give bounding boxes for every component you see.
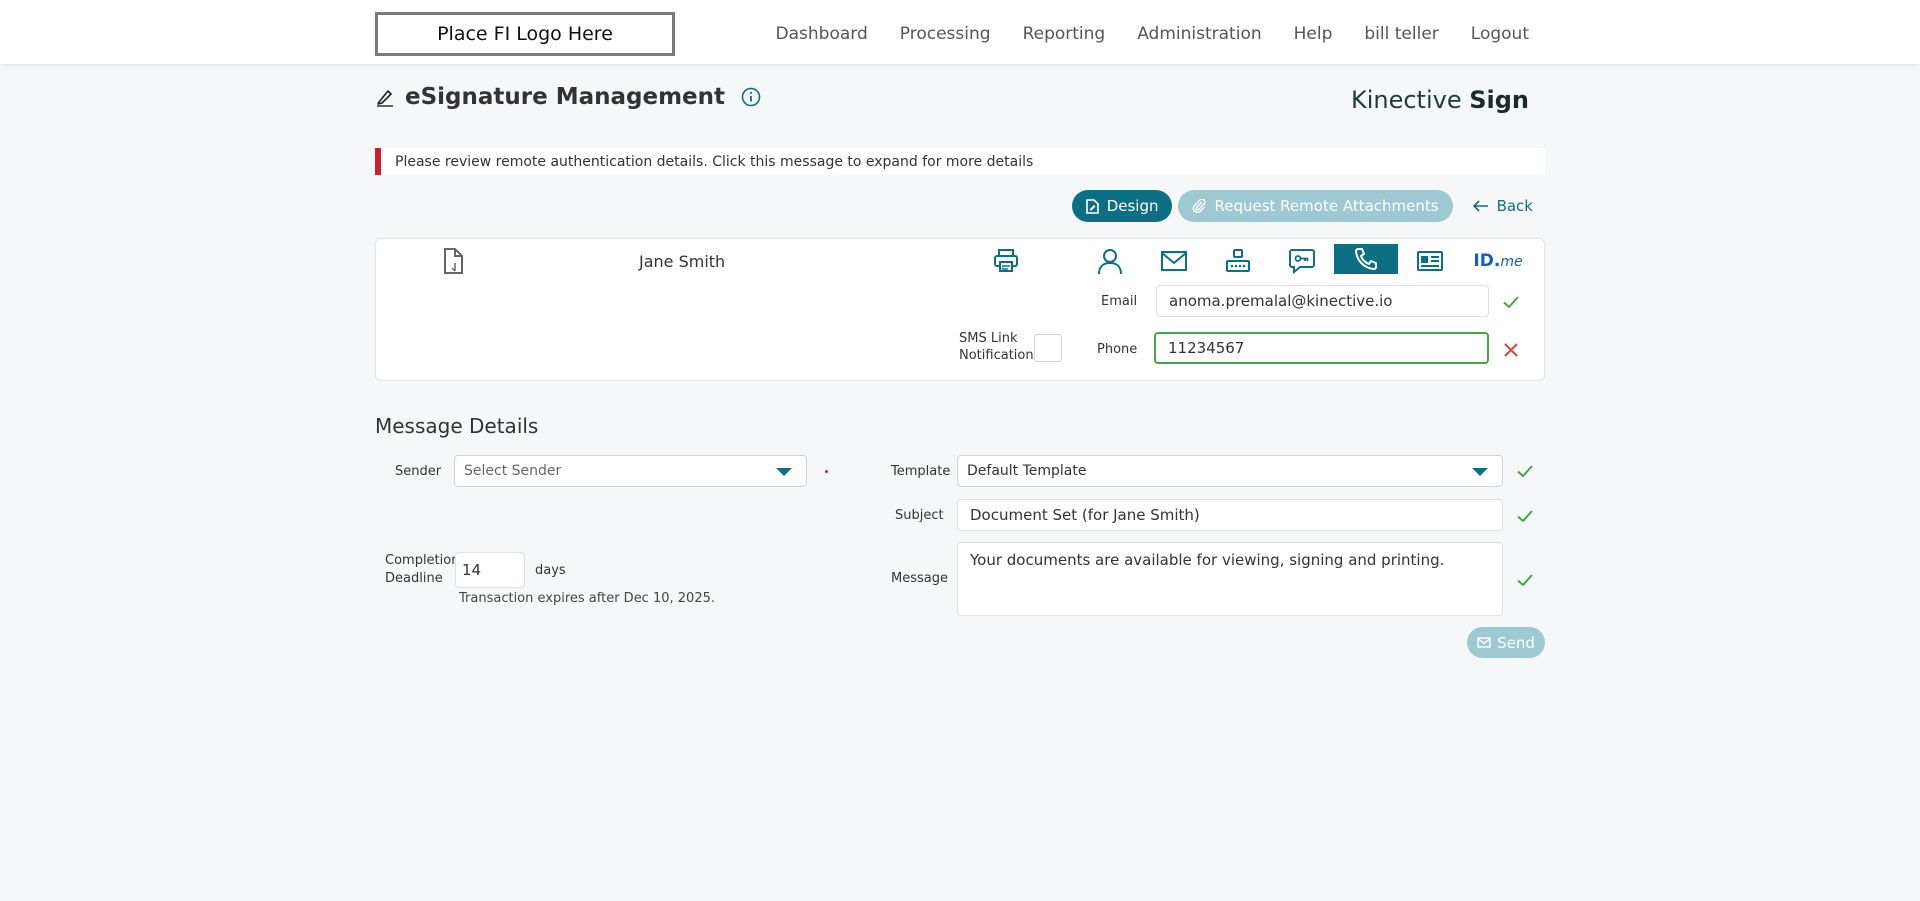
in-person-auth-button[interactable] [1088,243,1132,279]
idme-auth-button[interactable]: ID.me [1470,243,1526,279]
action-toolbar: Design Request Remote Attachments Back [1071,190,1539,222]
idme-icon: ID.me [1473,251,1523,271]
printer-icon [994,249,1018,272]
info-icon[interactable] [741,87,761,107]
subject-valid-check-icon [1517,510,1533,523]
back-button[interactable]: Back [1459,190,1539,222]
phone-label: Phone [1097,342,1138,357]
send-button[interactable]: Send [1467,627,1545,658]
page-header: eSignature Management [375,84,761,110]
nav-reporting[interactable]: Reporting [1023,24,1106,44]
email-label: Email [1101,294,1138,309]
required-indicator [825,470,828,473]
sms-link-notification-checkbox[interactable] [1034,334,1062,362]
message-valid-check-icon [1517,574,1533,587]
subject-field[interactable] [957,499,1503,531]
router-icon [1226,249,1250,272]
phone-field[interactable] [1154,332,1489,364]
page-title: eSignature Management [405,84,726,110]
transaction-expiry-note: Transaction expires after Dec 10, 2025. [459,591,715,606]
sender-label: Sender [395,464,442,479]
document-icon[interactable] [442,247,466,275]
chevron-down-icon [776,468,792,476]
mail-icon [1477,637,1491,648]
id-card-icon [1417,251,1443,271]
email-auth-button[interactable] [1152,243,1196,279]
chat-key-icon [1289,249,1315,274]
mail-icon [1161,251,1187,271]
arrow-left-icon [1472,200,1488,212]
message-details-heading: Message Details [375,414,539,438]
nav-user-menu[interactable]: bill teller [1364,24,1438,44]
signer-name: Jane Smith [639,252,726,271]
email-field[interactable] [1156,285,1489,317]
sms-link-notification-label: SMS Link Notification [959,331,1034,363]
completion-deadline-label: Completion Deadline [385,553,460,586]
phone-invalid-x-icon [1504,343,1518,357]
nav-administration[interactable]: Administration [1137,24,1261,44]
nav-logout[interactable]: Logout [1471,24,1529,44]
nav-help[interactable]: Help [1294,24,1333,44]
phone-icon [1355,248,1377,270]
message-label: Message [891,571,948,586]
request-remote-attachments-button[interactable]: Request Remote Attachments [1178,190,1453,222]
days-unit-label: days [535,563,566,578]
id-card-auth-button[interactable] [1408,243,1452,279]
kinective-sign-logo: Kinective Sign [1350,86,1529,114]
top-navigation-bar: Place FI Logo Here Dashboard Processing … [0,0,1920,64]
email-valid-check-icon [1503,296,1519,309]
nav-dashboard[interactable]: Dashboard [776,24,868,44]
template-label: Template [891,464,951,479]
passcode-auth-button[interactable] [1280,243,1324,279]
device-auth-button[interactable] [1216,243,1260,279]
main-nav: Dashboard Processing Reporting Administr… [776,0,1529,68]
template-valid-check-icon [1517,465,1533,478]
message-textarea[interactable]: Your documents are available for viewing… [957,542,1503,616]
remote-auth-alert[interactable]: Please review remote authentication deta… [375,148,1545,175]
design-button[interactable]: Design [1071,190,1173,222]
print-auth-button[interactable] [984,243,1028,279]
person-icon [1098,249,1122,275]
template-select[interactable]: Default Template [957,455,1503,487]
phone-auth-button[interactable] [1334,244,1398,274]
subject-label: Subject [895,508,944,523]
document-edit-icon [1085,198,1099,214]
signature-pen-icon [377,90,393,107]
completion-deadline-input[interactable] [455,552,525,588]
nav-processing[interactable]: Processing [900,24,991,44]
signer-card: Jane Smith ID.me Email anoma.premalal@ki… [375,238,1545,381]
paperclip-icon [1193,199,1207,213]
sender-select[interactable]: Select Sender [454,455,807,487]
fi-logo-placeholder[interactable]: Place FI Logo Here [375,12,675,56]
chevron-down-icon [1472,468,1488,476]
